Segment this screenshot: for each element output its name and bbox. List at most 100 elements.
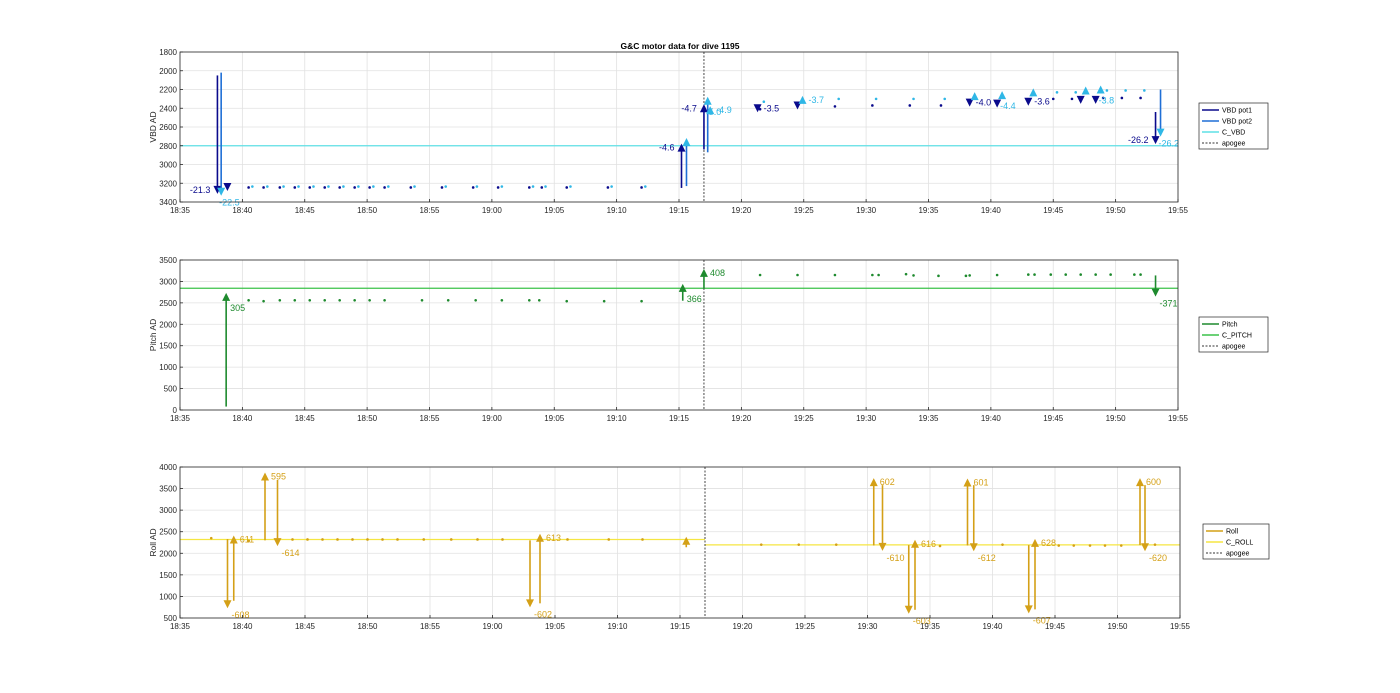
vbd-event-label: -3.8: [1099, 96, 1115, 106]
vbd-data-point: [1055, 91, 1059, 94]
vbd-data-point: [409, 186, 413, 189]
pitch-y-tick-label: 3000: [159, 277, 177, 286]
vbd-x-tick-label: 18:55: [419, 206, 440, 215]
roll-y-tick-label: 500: [164, 614, 178, 623]
vbd-data-point: [531, 185, 535, 188]
roll-x-tick-label: 19:05: [545, 622, 566, 631]
pitch-x-tick-label: 19:55: [1168, 414, 1189, 423]
vbd-data-point: [262, 186, 265, 189]
pitch-y-tick-label: 500: [164, 385, 178, 394]
roll-x-tick-label: 19:45: [1045, 622, 1066, 631]
roll-data-point: [291, 538, 294, 541]
vbd-x-tick-label: 19:35: [918, 206, 939, 215]
vbd-event-label: -3.7: [809, 95, 825, 105]
roll-data-point: [938, 544, 942, 548]
vbd-x-tick-label: 18:50: [357, 206, 378, 215]
pitch-data-point: [353, 298, 356, 302]
roll-x-tick-label: 19:10: [607, 622, 628, 631]
roll-x-tick-label: 19:30: [857, 622, 878, 631]
pitch-event-label: 366: [687, 294, 702, 304]
pitch-data-point: [1033, 273, 1036, 276]
vbd-data-point: [368, 186, 371, 189]
vbd-x-tick-label: 19:05: [544, 206, 565, 215]
vbd-data-point: [266, 185, 269, 188]
vbd-data-point: [528, 186, 531, 189]
vbd-y-tick-label: 2000: [159, 67, 177, 76]
vbd-data-point: [278, 186, 282, 189]
pitch-data-point: [912, 274, 915, 277]
pitch-data-point: [278, 298, 282, 302]
pitch-data-point: [833, 273, 837, 277]
pitch-data-point: [528, 298, 531, 302]
vbd-x-tick-label: 19:00: [482, 206, 503, 215]
pitch-data-point: [1079, 273, 1082, 276]
roll-y-tick-label: 2500: [159, 528, 177, 537]
roll-data-point: [476, 538, 479, 541]
roll-x-tick-label: 19:00: [482, 622, 503, 631]
roll-x-tick-label: 19:40: [982, 622, 1003, 631]
roll-data-point: [336, 538, 339, 541]
vbd-y-axis-label: VBD AD: [148, 111, 158, 142]
pitch-legend-entry: C_PITCH: [1222, 333, 1252, 340]
vbd-event: -4.0: [965, 98, 991, 108]
pitch-event-label: -371: [1160, 299, 1178, 309]
roll-event-label: 600: [1146, 477, 1161, 487]
roll-x-tick-label: 18:35: [170, 622, 191, 631]
pitch-x-tick-label: 18:50: [357, 414, 378, 423]
vbd-data-point: [312, 185, 315, 188]
roll-x-tick-label: 19:15: [670, 622, 691, 631]
roll-event-label: 616: [921, 539, 936, 549]
vbd-legend-entry: C_VBD: [1222, 130, 1245, 137]
roll-data-point: [607, 538, 611, 541]
vbd-data-point: [1143, 89, 1146, 92]
vbd-data-point: [912, 97, 915, 101]
pitch-data-point: [964, 274, 968, 278]
vbd-legend-entry: VBD pot1: [1222, 108, 1252, 115]
pitch-data-point: [968, 274, 971, 277]
pitch-x-tick-label: 19:40: [981, 414, 1002, 423]
roll-event-label: -620: [1149, 553, 1167, 563]
vbd-y-tick-label: 2400: [159, 104, 177, 113]
vbd-data-point: [357, 185, 360, 188]
pitch-data-point: [1109, 273, 1112, 276]
roll-y-tick-label: 2000: [159, 549, 177, 558]
pitch-data-point: [308, 298, 312, 302]
vbd-data-point: [1124, 89, 1127, 92]
vbd-chart: -21.3-22.5-4.6-4.7 -5.0-4.9 -3.5-3.7 -4.0 -4…: [148, 48, 1269, 215]
vbd-x-tick-label: 19:30: [856, 206, 877, 215]
roll-data-point: [1103, 544, 1107, 547]
vbd-data-point: [1051, 97, 1055, 101]
roll-y-tick-label: 3000: [159, 506, 177, 515]
pitch-x-tick-label: 19:15: [669, 414, 690, 423]
roll-data-point: [1001, 543, 1004, 546]
vbd-data-point: [640, 186, 643, 189]
pitch-y-tick-label: 1000: [159, 363, 177, 372]
roll-data-point: [449, 538, 453, 541]
vbd-x-tick-label: 19:40: [981, 206, 1002, 215]
pitch-x-tick-label: 18:40: [232, 414, 253, 423]
vbd-data-point: [565, 186, 569, 189]
pitch-data-point: [871, 273, 874, 277]
roll-data-point: [566, 538, 569, 541]
vbd-event: -3.6: [1024, 97, 1050, 107]
pitch-x-tick-label: 19:00: [482, 414, 503, 423]
pitch-event-label: 305: [230, 303, 245, 313]
figure-title: G&C motor data for dive 1195: [620, 41, 739, 51]
roll-event-label: -608: [232, 610, 250, 620]
vbd-x-tick-label: 19:50: [1106, 206, 1127, 215]
vbd-data-point: [327, 185, 330, 188]
vbd-event-label: -26.2: [1128, 135, 1149, 145]
roll-data-point: [641, 538, 644, 541]
pitch-x-tick-label: 18:45: [295, 414, 316, 423]
roll-legend-entry: Roll: [1226, 529, 1239, 536]
vbd-data-point: [251, 185, 254, 188]
pitch-data-point: [247, 298, 250, 302]
roll-data-point: [396, 538, 399, 541]
roll-y-axis-label: Roll AD: [148, 528, 158, 556]
pitch-data-point: [474, 298, 477, 302]
roll-y-tick-label: 1000: [159, 592, 177, 601]
vbd-event-label: -4.9: [716, 105, 732, 115]
roll-x-tick-label: 19:20: [732, 622, 753, 631]
roll-y-tick-label: 3500: [159, 485, 177, 494]
roll-event-label: 628: [1041, 538, 1056, 548]
